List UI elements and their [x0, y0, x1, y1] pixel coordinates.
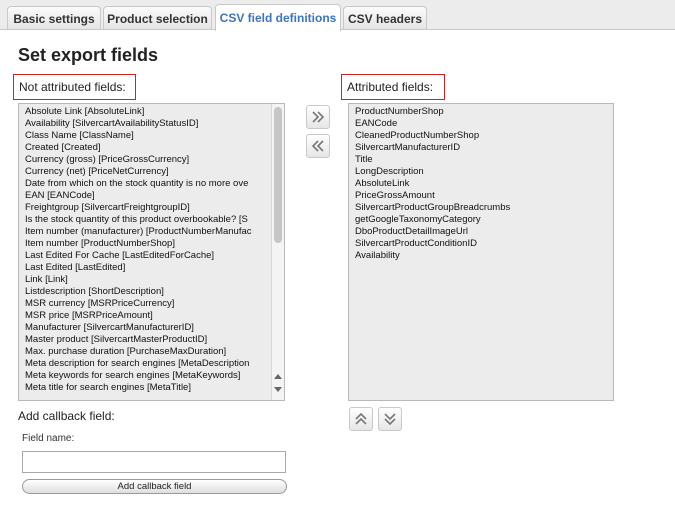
list-item[interactable]: Currency (gross) [PriceGrossCurrency] — [25, 154, 271, 166]
scroll-down-arrow-icon[interactable] — [274, 387, 282, 392]
list-item[interactable]: Meta description for search engines [Met… — [25, 358, 271, 370]
list-item[interactable]: Max. purchase duration [PurchaseMaxDurat… — [25, 346, 271, 358]
tab-bar: Basic settings Product selection CSV fie… — [0, 0, 675, 31]
scrollbar-thumb[interactable] — [274, 107, 282, 243]
list-item[interactable]: Item number (manufacturer) [ProductNumbe… — [25, 226, 271, 238]
not-attributed-listbox[interactable]: Absolute Link [AbsoluteLink] Availability… — [18, 103, 285, 401]
field-name-input[interactable] — [22, 451, 286, 473]
list-item[interactable]: Currency (net) [PriceNetCurrency] — [25, 166, 271, 178]
list-item[interactable]: Manufacturer [SilvercartManufacturerID] — [25, 322, 271, 334]
callback-section-title: Add callback field: — [18, 409, 115, 423]
tab-csv-headers[interactable]: CSV headers — [343, 6, 427, 30]
list-item[interactable]: getGoogleTaxonomyCategory — [355, 214, 613, 226]
double-chevron-down-icon — [384, 413, 396, 426]
list-item[interactable]: Is the stock quantity of this product ov… — [25, 214, 271, 226]
move-up-button[interactable] — [349, 407, 373, 431]
tab-csv-field-definitions[interactable]: CSV field definitions — [215, 4, 341, 31]
field-name-label: Field name: — [22, 433, 75, 444]
tab-product-selection[interactable]: Product selection — [103, 6, 212, 30]
list-item[interactable]: Meta keywords for search engines [MetaKe… — [25, 370, 271, 382]
scroll-up-arrow-icon[interactable] — [274, 374, 282, 379]
list-item[interactable]: MSR price [MSRPriceAmount] — [25, 310, 271, 322]
tab-panel: Set export fields Not attributed fields:… — [0, 29, 675, 515]
list-item[interactable]: Availability — [355, 250, 613, 262]
list-item[interactable]: ProductNumberShop — [355, 106, 613, 118]
list-item[interactable]: Created [Created] — [25, 142, 271, 154]
list-item[interactable]: MSR currency [MSRPriceCurrency] — [25, 298, 271, 310]
not-attributed-list: Absolute Link [AbsoluteLink] Availability… — [19, 104, 271, 394]
list-item[interactable]: Last Edited For Cache [LastEditedForCach… — [25, 250, 271, 262]
list-item[interactable]: DboProductDetailImageUrl — [355, 226, 613, 238]
list-item[interactable]: LongDescription — [355, 166, 613, 178]
list-item[interactable]: Availability [SilvercartAvailabilityStat… — [25, 118, 271, 130]
list-item[interactable]: PriceGrossAmount — [355, 190, 613, 202]
list-item[interactable]: Listdescription [ShortDescription] — [25, 286, 271, 298]
list-item[interactable]: Class Name [ClassName] — [25, 130, 271, 142]
attributed-listbox[interactable]: ProductNumberShop EANCode CleanedProductNu… — [348, 103, 614, 401]
double-chevron-right-icon — [312, 111, 325, 123]
list-item[interactable]: SilvercartProductGroupBreadcrumbs — [355, 202, 613, 214]
list-item[interactable]: SilvercartProductConditionID — [355, 238, 613, 250]
attributed-list: ProductNumberShop EANCode CleanedProductNu… — [349, 104, 613, 262]
double-chevron-left-icon — [311, 140, 324, 152]
list-item[interactable]: Date from which on the stock quantity is… — [25, 178, 271, 190]
list-item[interactable]: Link [Link] — [25, 274, 271, 286]
scrollbar[interactable] — [271, 104, 284, 400]
list-item[interactable]: Meta title for search engines [MetaTitle… — [25, 382, 271, 394]
list-item[interactable]: Master product [SilvercartMasterProductI… — [25, 334, 271, 346]
tab-basic-settings[interactable]: Basic settings — [7, 6, 101, 30]
move-left-button[interactable] — [306, 134, 330, 158]
list-item[interactable]: EANCode — [355, 118, 613, 130]
list-item[interactable]: CleanedProductNumberShop — [355, 130, 613, 142]
move-down-button[interactable] — [378, 407, 402, 431]
list-item[interactable]: AbsoluteLink — [355, 178, 613, 190]
move-right-button[interactable] — [306, 105, 330, 129]
list-item[interactable]: Absolute Link [AbsoluteLink] — [25, 106, 271, 118]
list-item[interactable]: Item number [ProductNumberShop] — [25, 238, 271, 250]
attributed-label: Attributed fields: — [341, 74, 445, 100]
list-item[interactable]: Title — [355, 154, 613, 166]
list-item[interactable]: SilvercartManufacturerID — [355, 142, 613, 154]
list-item[interactable]: Freightgroup [SilvercartFreightgroupID] — [25, 202, 271, 214]
list-item[interactable]: EAN [EANCode] — [25, 190, 271, 202]
not-attributed-label: Not attributed fields: — [13, 74, 136, 100]
add-callback-field-button[interactable]: Add callback field — [22, 479, 287, 494]
double-chevron-up-icon — [355, 412, 367, 425]
list-item[interactable]: Last Edited [LastEdited] — [25, 262, 271, 274]
section-title: Set export fields — [18, 45, 159, 65]
